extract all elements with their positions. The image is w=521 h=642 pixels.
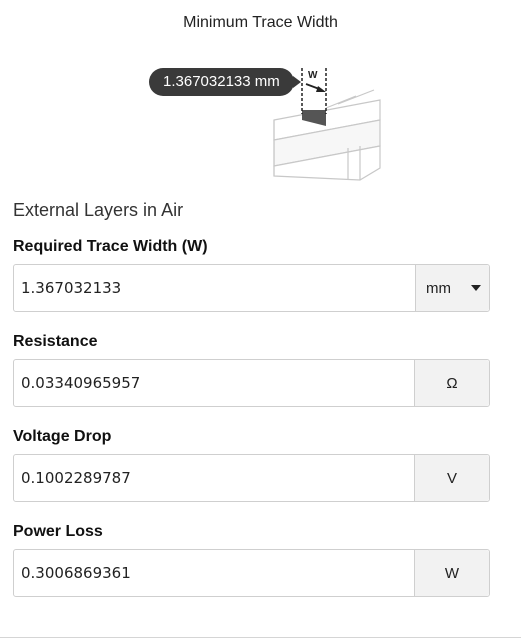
chevron-down-icon — [471, 285, 481, 291]
voltage-drop-label: Voltage Drop — [13, 428, 112, 445]
resistance-field: 0.03340965957 Ω — [13, 359, 490, 407]
trace-width-field: 1.367032133 mm — [13, 264, 490, 312]
trace-width-label: Required Trace Width (W) — [13, 238, 208, 255]
trace-width-value[interactable]: 1.367032133 — [14, 265, 415, 311]
section-heading: External Layers in Air — [13, 200, 184, 220]
voltage-drop-field: 0.1002289787 V — [13, 454, 490, 502]
width-marker-label: W — [308, 70, 318, 81]
page-title: Minimum Trace Width — [183, 14, 338, 31]
voltage-drop-unit: V — [414, 455, 489, 501]
voltage-drop-value[interactable]: 0.1002289787 — [14, 455, 414, 501]
resistance-value[interactable]: 0.03340965957 — [14, 360, 414, 406]
resistance-label: Resistance — [13, 333, 98, 350]
power-loss-value[interactable]: 0.3006869361 — [14, 550, 414, 596]
power-loss-unit: W — [414, 550, 489, 596]
resistance-unit: Ω — [414, 360, 489, 406]
power-loss-label: Power Loss — [13, 523, 103, 540]
trace-width-unit-select[interactable]: mm — [415, 265, 489, 311]
trace-width-tooltip: 1.367032133 mm — [149, 68, 301, 96]
trace-width-unit: mm — [426, 279, 451, 297]
divider — [0, 637, 521, 638]
power-loss-field: 0.3006869361 W — [13, 549, 490, 597]
